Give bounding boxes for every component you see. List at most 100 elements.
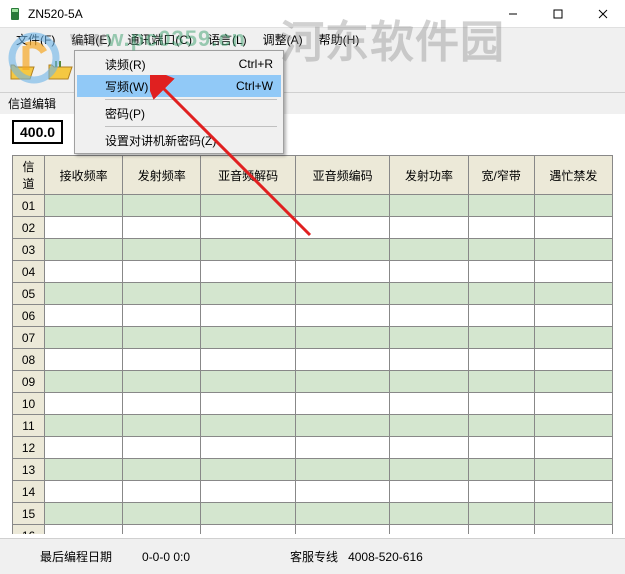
grid-cell[interactable] bbox=[468, 503, 534, 525]
grid-cell[interactable] bbox=[468, 393, 534, 415]
grid-cell[interactable] bbox=[468, 283, 534, 305]
grid-cell[interactable] bbox=[123, 283, 201, 305]
grid-cell[interactable] bbox=[390, 239, 468, 261]
menu-help[interactable]: 帮助(H) bbox=[311, 29, 368, 50]
grid-cell[interactable] bbox=[468, 525, 534, 535]
grid-cell[interactable] bbox=[123, 371, 201, 393]
grid-cell[interactable] bbox=[390, 327, 468, 349]
grid-cell[interactable] bbox=[390, 503, 468, 525]
grid-cell[interactable] bbox=[45, 415, 123, 437]
grid-cell[interactable] bbox=[45, 349, 123, 371]
table-row[interactable]: 16 bbox=[13, 525, 613, 535]
table-row[interactable]: 09 bbox=[13, 371, 613, 393]
grid-cell[interactable] bbox=[534, 437, 612, 459]
grid-cell[interactable] bbox=[45, 437, 123, 459]
grid-cell[interactable] bbox=[201, 503, 296, 525]
maximize-button[interactable] bbox=[535, 0, 580, 28]
grid-cell[interactable] bbox=[295, 217, 390, 239]
menu-new-password[interactable]: 设置对讲机新密码(Z) bbox=[77, 129, 281, 151]
row-header[interactable]: 15 bbox=[13, 503, 45, 525]
grid-cell[interactable] bbox=[468, 261, 534, 283]
grid-cell[interactable] bbox=[295, 261, 390, 283]
grid-cell[interactable] bbox=[534, 327, 612, 349]
toolbar-save-button[interactable] bbox=[42, 53, 78, 89]
frequency-value[interactable]: 400.0 bbox=[12, 120, 63, 144]
minimize-button[interactable] bbox=[490, 0, 535, 28]
row-header[interactable]: 08 bbox=[13, 349, 45, 371]
channel-grid[interactable]: 信道 接收频率 发射频率 亚音频解码 亚音频编码 发射功率 宽/窄带 遇忙禁发 … bbox=[12, 155, 613, 534]
table-row[interactable]: 04 bbox=[13, 261, 613, 283]
grid-cell[interactable] bbox=[534, 305, 612, 327]
grid-cell[interactable] bbox=[295, 349, 390, 371]
grid-cell[interactable] bbox=[390, 371, 468, 393]
grid-cell[interactable] bbox=[45, 195, 123, 217]
grid-cell[interactable] bbox=[468, 217, 534, 239]
grid-cell[interactable] bbox=[123, 195, 201, 217]
col-busy-lock[interactable]: 遇忙禁发 bbox=[534, 156, 612, 195]
grid-cell[interactable] bbox=[468, 415, 534, 437]
grid-cell[interactable] bbox=[534, 371, 612, 393]
grid-cell[interactable] bbox=[45, 217, 123, 239]
grid-cell[interactable] bbox=[45, 239, 123, 261]
grid-cell[interactable] bbox=[123, 239, 201, 261]
grid-cell[interactable] bbox=[295, 283, 390, 305]
grid-cell[interactable] bbox=[390, 525, 468, 535]
table-row[interactable]: 06 bbox=[13, 305, 613, 327]
grid-cell[interactable] bbox=[123, 481, 201, 503]
grid-cell[interactable] bbox=[468, 195, 534, 217]
row-header[interactable]: 13 bbox=[13, 459, 45, 481]
grid-cell[interactable] bbox=[468, 349, 534, 371]
col-rx-freq[interactable]: 接收频率 bbox=[45, 156, 123, 195]
grid-cell[interactable] bbox=[468, 371, 534, 393]
grid-cell[interactable] bbox=[390, 217, 468, 239]
grid-cell[interactable] bbox=[390, 195, 468, 217]
grid-cell[interactable] bbox=[534, 283, 612, 305]
table-row[interactable]: 15 bbox=[13, 503, 613, 525]
grid-cell[interactable] bbox=[534, 415, 612, 437]
table-row[interactable]: 08 bbox=[13, 349, 613, 371]
grid-cell[interactable] bbox=[390, 283, 468, 305]
table-row[interactable]: 02 bbox=[13, 217, 613, 239]
grid-cell[interactable] bbox=[390, 261, 468, 283]
grid-cell[interactable] bbox=[534, 239, 612, 261]
menu-read-freq[interactable]: 读频(R) Ctrl+R bbox=[77, 53, 281, 75]
col-tx-power[interactable]: 发射功率 bbox=[390, 156, 468, 195]
grid-cell[interactable] bbox=[390, 481, 468, 503]
grid-cell[interactable] bbox=[534, 503, 612, 525]
grid-cell[interactable] bbox=[534, 459, 612, 481]
grid-cell[interactable] bbox=[45, 261, 123, 283]
grid-cell[interactable] bbox=[468, 239, 534, 261]
grid-cell[interactable] bbox=[295, 525, 390, 535]
grid-cell[interactable] bbox=[390, 349, 468, 371]
table-row[interactable]: 14 bbox=[13, 481, 613, 503]
grid-cell[interactable] bbox=[45, 459, 123, 481]
grid-cell[interactable] bbox=[45, 481, 123, 503]
grid-cell[interactable] bbox=[45, 371, 123, 393]
grid-cell[interactable] bbox=[295, 305, 390, 327]
grid-cell[interactable] bbox=[201, 415, 296, 437]
grid-cell[interactable] bbox=[201, 393, 296, 415]
grid-cell[interactable] bbox=[201, 195, 296, 217]
table-row[interactable]: 01 bbox=[13, 195, 613, 217]
grid-cell[interactable] bbox=[45, 327, 123, 349]
col-ctcss-encode[interactable]: 亚音频编码 bbox=[295, 156, 390, 195]
grid-cell[interactable] bbox=[390, 305, 468, 327]
close-button[interactable] bbox=[580, 0, 625, 28]
table-row[interactable]: 13 bbox=[13, 459, 613, 481]
grid-cell[interactable] bbox=[468, 481, 534, 503]
menu-adjust[interactable]: 调整(A) bbox=[255, 29, 311, 50]
grid-cell[interactable] bbox=[201, 305, 296, 327]
grid-cell[interactable] bbox=[201, 371, 296, 393]
grid-cell[interactable] bbox=[390, 459, 468, 481]
grid-cell[interactable] bbox=[295, 195, 390, 217]
row-header[interactable]: 04 bbox=[13, 261, 45, 283]
grid-cell[interactable] bbox=[534, 261, 612, 283]
grid-cell[interactable] bbox=[123, 415, 201, 437]
row-header[interactable]: 14 bbox=[13, 481, 45, 503]
grid-cell[interactable] bbox=[534, 393, 612, 415]
grid-cell[interactable] bbox=[295, 415, 390, 437]
grid-cell[interactable] bbox=[123, 437, 201, 459]
row-header[interactable]: 11 bbox=[13, 415, 45, 437]
grid-cell[interactable] bbox=[390, 415, 468, 437]
row-header[interactable]: 01 bbox=[13, 195, 45, 217]
